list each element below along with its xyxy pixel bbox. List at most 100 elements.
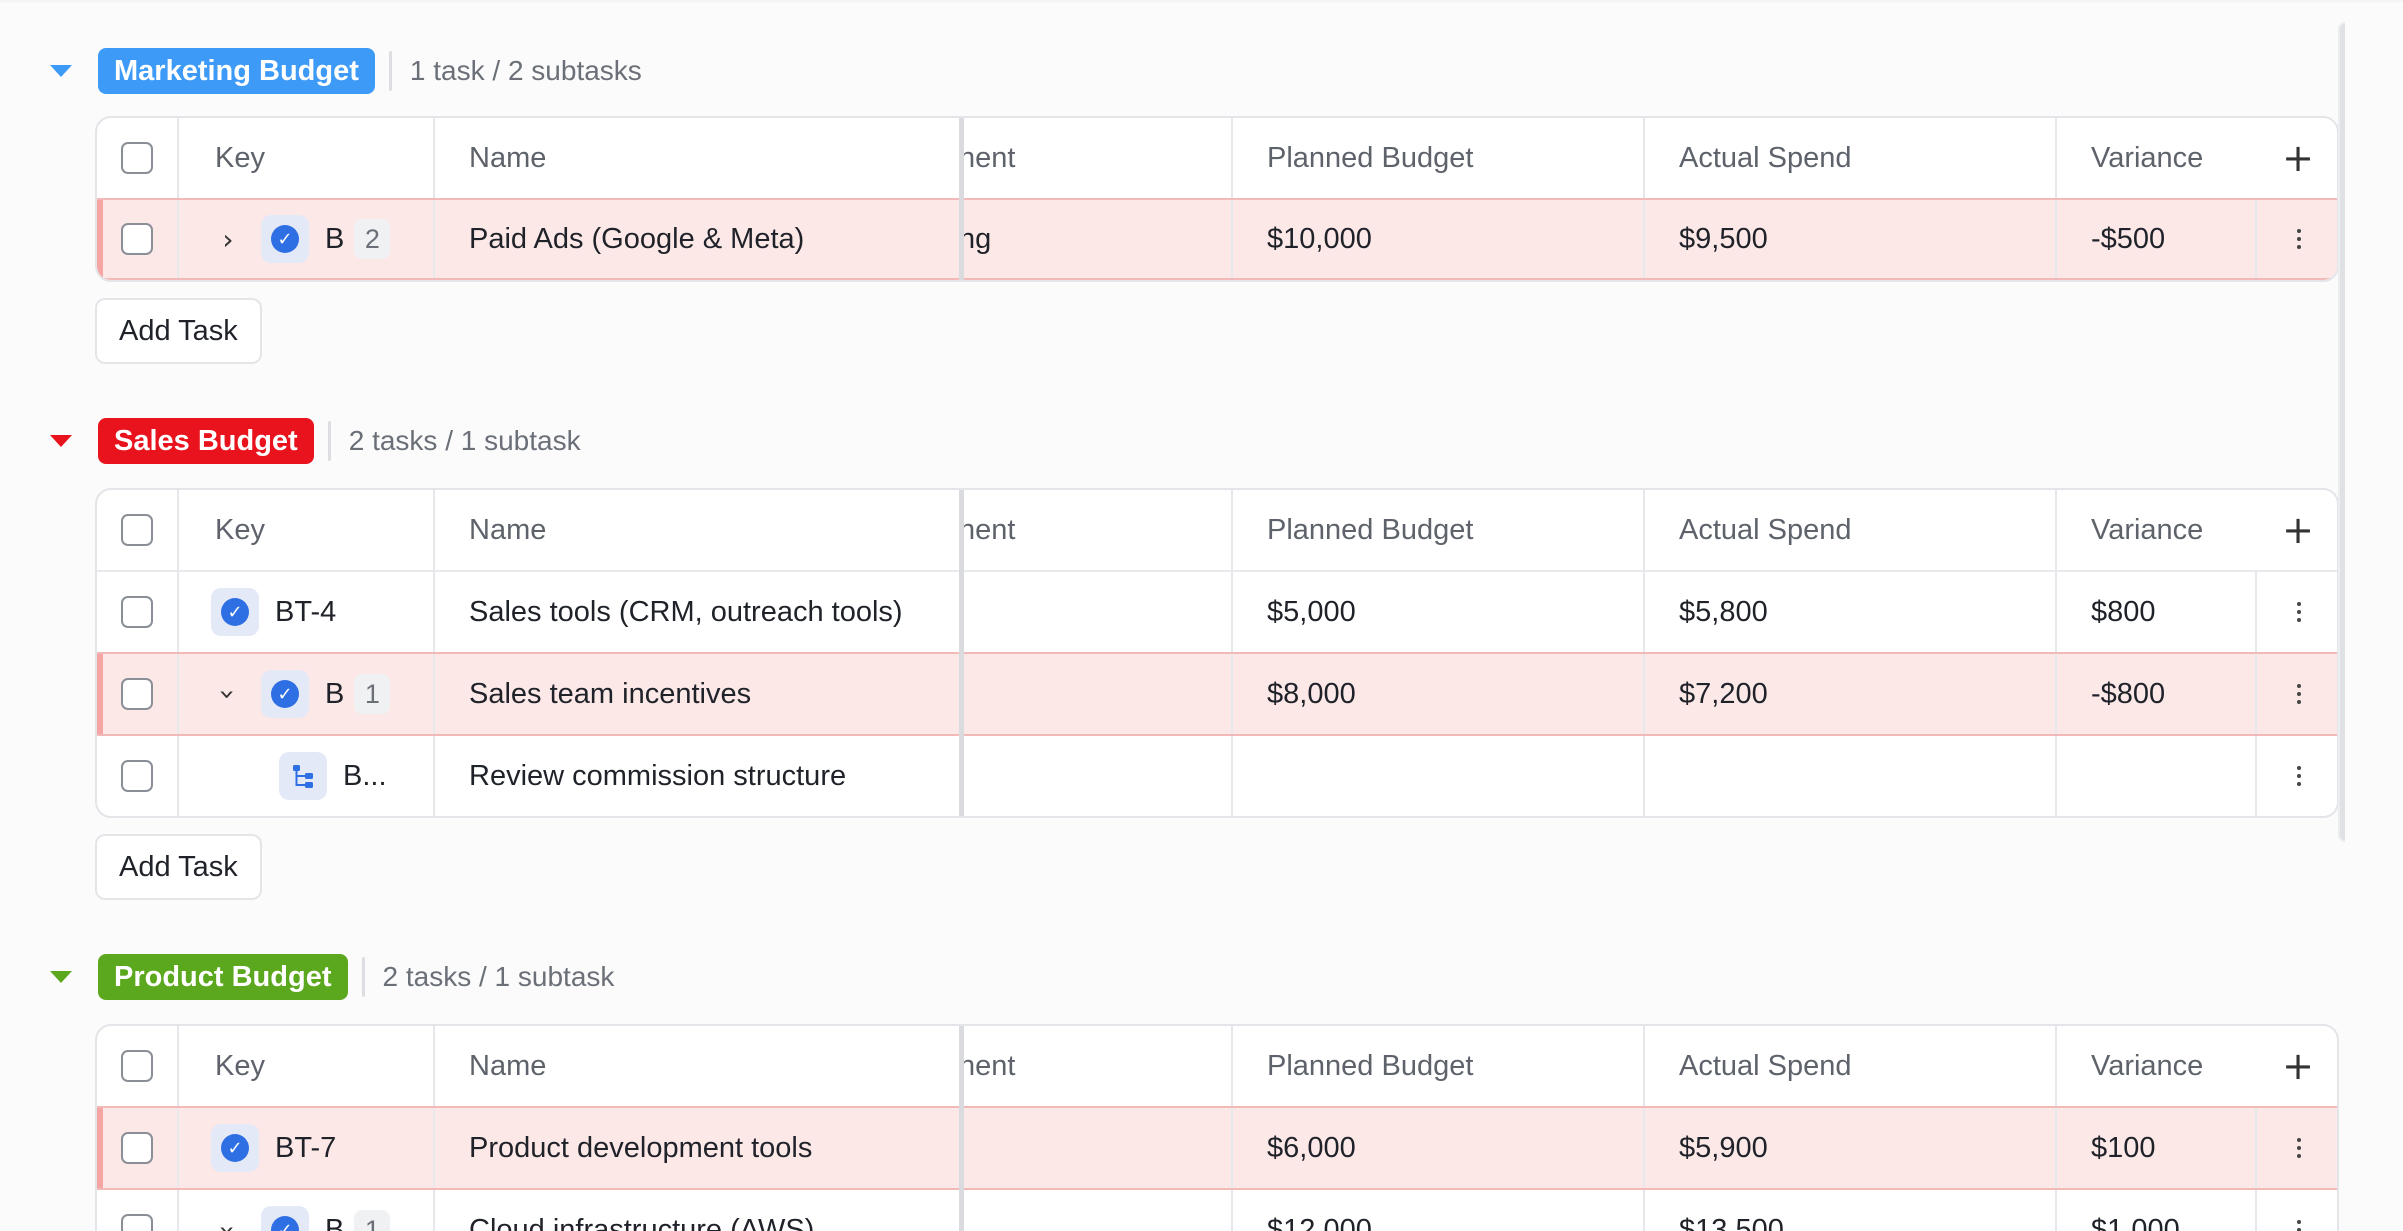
column-department[interactable]: nent — [959, 490, 1231, 570]
vertical-scrollbar-thumb[interactable] — [2340, 24, 2345, 840]
row-checkbox[interactable] — [121, 1132, 153, 1164]
task-actual-spend[interactable]: $5,900 — [1643, 1108, 2055, 1188]
task-key[interactable]: B... — [343, 760, 387, 793]
column-actual-spend[interactable]: Actual Spend — [1643, 490, 2055, 570]
group-badge[interactable]: Sales Budget — [98, 418, 314, 464]
column-key[interactable]: Key — [177, 118, 433, 198]
row-checkbox[interactable] — [121, 596, 153, 628]
column-actual-spend[interactable]: Actual Spend — [1643, 118, 2055, 198]
column-variance[interactable]: Variance — [2055, 1026, 2255, 1106]
task-variance[interactable]: -$800 — [2055, 654, 2255, 734]
column-variance[interactable]: Variance — [2055, 490, 2255, 570]
column-key[interactable]: Key — [177, 1026, 433, 1106]
group-badge[interactable]: Marketing Budget — [98, 48, 375, 94]
row-checkbox[interactable] — [121, 678, 153, 710]
plus-icon: + — [2282, 1044, 2314, 1088]
task-name[interactable]: Product development tools — [433, 1108, 959, 1188]
task-variance[interactable]: $800 — [2055, 572, 2255, 652]
row-more-button[interactable] — [2255, 572, 2337, 652]
row-more-button[interactable] — [2255, 200, 2337, 278]
column-planned-budget[interactable]: Planned Budget — [1231, 118, 1643, 198]
task-table: Key Name nent Planned Budget Actual Spen… — [95, 1024, 2339, 1231]
task-key[interactable]: B — [325, 678, 344, 711]
task-planned-budget[interactable]: $8,000 — [1231, 654, 1643, 734]
table-header-row: Key Name nent Planned Budget Actual Spen… — [97, 118, 2337, 198]
table-row[interactable]: ✓ BT-4 Sales tools (CRM, outreach tools)… — [97, 570, 2337, 652]
collapse-caret-icon[interactable] — [50, 65, 72, 77]
task-key[interactable]: BT-4 — [275, 596, 336, 629]
select-all-checkbox[interactable] — [121, 1050, 153, 1082]
task-name[interactable]: Cloud infrastructure (AWS) — [433, 1190, 959, 1231]
task-department[interactable] — [959, 736, 1231, 816]
task-actual-spend[interactable]: $13,500 — [1643, 1190, 2055, 1231]
task-department[interactable]: ng — [959, 200, 1231, 278]
task-key[interactable]: B — [325, 223, 344, 256]
table-row[interactable]: › ✓ B 2 Paid Ads (Google & Meta) ng $10,… — [97, 198, 2337, 280]
task-variance[interactable] — [2055, 736, 2255, 816]
column-actual-spend[interactable]: Actual Spend — [1643, 1026, 2055, 1106]
pinned-column-divider — [959, 1026, 964, 1231]
task-actual-spend[interactable]: $9,500 — [1643, 200, 2055, 278]
task-department[interactable] — [959, 572, 1231, 652]
column-key[interactable]: Key — [177, 490, 433, 570]
select-all-checkbox[interactable] — [121, 142, 153, 174]
subtask-icon — [279, 752, 327, 800]
collapse-caret-icon[interactable] — [50, 435, 72, 447]
add-column-button[interactable]: + — [2255, 1026, 2337, 1106]
add-column-button[interactable]: + — [2255, 490, 2337, 570]
task-name[interactable]: Paid Ads (Google & Meta) — [433, 200, 959, 278]
column-planned-budget[interactable]: Planned Budget — [1231, 490, 1643, 570]
row-more-button[interactable] — [2255, 1108, 2337, 1188]
task-type-icon: ✓ — [261, 670, 309, 718]
task-name[interactable]: Review commission structure — [433, 736, 959, 816]
task-planned-budget[interactable]: $10,000 — [1231, 200, 1643, 278]
task-planned-budget[interactable] — [1231, 736, 1643, 816]
collapse-caret-icon[interactable] — [50, 971, 72, 983]
column-planned-budget[interactable]: Planned Budget — [1231, 1026, 1643, 1106]
row-more-button[interactable] — [2255, 736, 2337, 816]
task-actual-spend[interactable] — [1643, 736, 2055, 816]
task-key[interactable]: B — [325, 1214, 344, 1231]
task-type-icon: ✓ — [261, 1206, 309, 1231]
task-department[interactable] — [959, 1190, 1231, 1231]
task-name[interactable]: Sales team incentives — [433, 654, 959, 734]
column-department[interactable]: nent — [959, 1026, 1231, 1106]
add-column-button[interactable]: + — [2255, 118, 2337, 198]
task-planned-budget[interactable]: $12,000 — [1231, 1190, 1643, 1231]
column-variance[interactable]: Variance — [2055, 118, 2255, 198]
chevron-down-icon[interactable]: › — [212, 679, 245, 709]
task-actual-spend[interactable]: $7,200 — [1643, 654, 2055, 734]
select-all-checkbox[interactable] — [121, 514, 153, 546]
task-department[interactable] — [959, 1108, 1231, 1188]
task-variance[interactable]: $1,000 — [2055, 1190, 2255, 1231]
row-more-button[interactable] — [2255, 1190, 2337, 1231]
row-more-button[interactable] — [2255, 654, 2337, 734]
task-planned-budget[interactable]: $6,000 — [1231, 1108, 1643, 1188]
table-row-subtask[interactable]: B... Review commission structure — [97, 734, 2337, 816]
row-checkbox[interactable] — [121, 223, 153, 255]
add-task-button[interactable]: Add Task — [95, 834, 262, 900]
add-task-button[interactable]: Add Task — [95, 298, 262, 364]
task-key[interactable]: BT-7 — [275, 1132, 336, 1165]
task-actual-spend[interactable]: $5,800 — [1643, 572, 2055, 652]
table-row[interactable]: ✓ BT-7 Product development tools $6,000 … — [97, 1106, 2337, 1188]
table-row[interactable]: › ✓ B 1 Cloud infrastructure (AWS) $12,0… — [97, 1188, 2337, 1231]
group-count: 2 tasks / 1 subtask — [382, 961, 615, 992]
column-name[interactable]: Name — [433, 490, 959, 570]
column-department[interactable]: nent — [959, 118, 1231, 198]
row-checkbox[interactable] — [121, 1214, 153, 1231]
column-name[interactable]: Name — [433, 1026, 959, 1106]
row-checkbox[interactable] — [121, 760, 153, 792]
task-variance[interactable]: $100 — [2055, 1108, 2255, 1188]
task-table: Key Name nent Planned Budget Actual Spen… — [95, 116, 2339, 282]
column-name[interactable]: Name — [433, 118, 959, 198]
task-variance[interactable]: -$500 — [2055, 200, 2255, 278]
chevron-right-icon[interactable]: › — [213, 223, 243, 256]
chevron-down-icon[interactable]: › — [212, 1215, 245, 1231]
task-planned-budget[interactable]: $5,000 — [1231, 572, 1643, 652]
table-row[interactable]: › ✓ B 1 Sales team incentives $8,000 $7,… — [97, 652, 2337, 734]
task-department[interactable] — [959, 654, 1231, 734]
more-vertical-icon — [2297, 1138, 2301, 1158]
task-name[interactable]: Sales tools (CRM, outreach tools) — [433, 572, 959, 652]
group-badge[interactable]: Product Budget — [98, 954, 348, 1000]
